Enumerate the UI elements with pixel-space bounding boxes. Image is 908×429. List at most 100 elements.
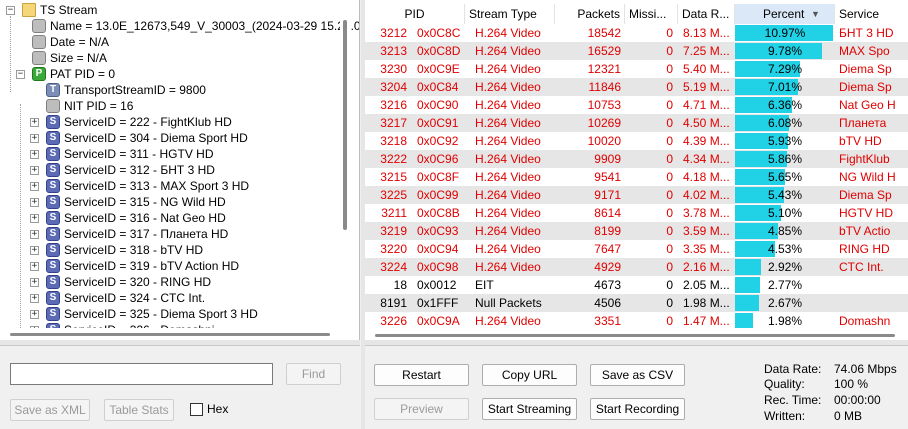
right-splitter[interactable] [365,340,908,346]
left-splitter[interactable] [0,340,360,346]
tree-node-root[interactable]: − TS Stream [0,2,340,18]
tree-node-service[interactable]: + S ServiceID = 319 - bTV Action HD [0,258,340,274]
tree-node-pat[interactable]: − P PAT PID = 0 [0,66,340,82]
pid-decimal-cell: 3217 [380,116,407,130]
tree-vertical-scrollbar[interactable] [340,0,350,340]
expand-icon[interactable]: + [30,118,39,127]
find-button[interactable]: Find [286,363,341,385]
table-row[interactable]: 3211 0x0C8B H.264 Video 8614 0 3.78 M... 5.10%… [365,204,908,222]
tree-node-service[interactable]: + S ServiceID = 316 - Nat Geo HD [0,210,340,226]
start-streaming-button[interactable]: Start Streaming [482,398,577,420]
tree-node-service[interactable]: + S ServiceID = 313 - MAX Sport 3 HD [0,178,340,194]
table-row[interactable]: 3216 0x0C90 H.264 Video 10753 0 4.71 M... 6.36… [365,96,908,114]
expand-icon[interactable]: + [30,198,39,207]
percent-cell: 5.86% [767,152,803,166]
expand-icon[interactable]: + [30,134,39,143]
copy-url-button[interactable]: Copy URL [482,364,577,386]
tree-node-field[interactable]: Date = N/A [0,34,340,50]
table-row[interactable]: 3230 0x0C9E H.264 Video 12321 0 5.40 M... 7.29… [365,60,908,78]
column-header-pid[interactable]: PID [365,4,465,24]
table-row[interactable]: 3222 0x0C96 H.264 Video 9909 0 4.34 M... 5.86%… [365,150,908,168]
tree-node-service[interactable]: + S ServiceID = 324 - CTC Int. [0,290,340,306]
pid-decimal-cell: 3224 [380,260,407,274]
service-icon: S [46,147,60,161]
restart-button[interactable]: Restart [374,364,469,386]
stream-table[interactable]: PID Stream Type Packets Missi... Data R.… [365,0,908,340]
collapse-icon[interactable]: − [16,70,25,79]
tree-node-label: ServiceID = 311 - HGTV HD [64,147,214,161]
find-input[interactable] [10,363,273,385]
table-row[interactable]: 18 0x0012 EIT 4673 0 2.05 M... 2.77% [365,276,908,294]
percent-cell: 5.93% [767,134,803,148]
table-row[interactable]: 3204 0x0C84 H.264 Video 11846 0 5.19 M... 7.01… [365,78,908,96]
tree-node-pat-child[interactable]: NIT PID = 16 [0,98,340,114]
table-row[interactable]: 3224 0x0C98 H.264 Video 4929 0 2.16 M... 2.92%… [365,258,908,276]
tree-node-label: ServiceID = 317 - Планета HD [64,227,229,241]
hex-checkbox[interactable] [190,403,203,416]
tree-node-pat-child[interactable]: T TransportStreamID = 9800 [0,82,340,98]
pid-decimal-cell: 3216 [380,98,407,112]
expand-icon[interactable]: + [30,230,39,239]
data-rate-cell: 4.02 M... [683,188,730,202]
tree-node-service[interactable]: + S ServiceID = 317 - Планета HD [0,226,340,242]
scrollbar-thumb[interactable] [375,334,895,337]
column-header-percent-label: Percent [763,7,805,21]
column-header-stream-type[interactable]: Stream Type [465,4,555,24]
column-header-percent[interactable]: Percent ▼ [735,4,835,24]
table-row[interactable]: 3220 0x0C94 H.264 Video 7647 0 3.35 M... 4.53%… [365,240,908,258]
table-row[interactable]: 3219 0x0C93 H.264 Video 8199 0 3.59 M... 4.85%… [365,222,908,240]
tree-node-service[interactable]: + S ServiceID = 311 - HGTV HD [0,146,340,162]
stream-type-cell: H.264 Video [475,170,541,184]
save-as-xml-button[interactable]: Save as XML [10,399,90,421]
expand-icon[interactable]: + [30,246,39,255]
expand-icon[interactable]: + [30,166,39,175]
packets-cell: 18542 [587,26,621,40]
collapse-icon[interactable]: − [6,6,15,15]
column-header-service[interactable]: Service [835,4,908,24]
tree-node-service[interactable]: + S ServiceID = 318 - bTV HD [0,242,340,258]
tree-node-label: Date = N/A [50,35,110,49]
packets-cell: 8614 [594,206,621,220]
table-row[interactable]: 3213 0x0C8D H.264 Video 16529 0 7.25 M... 9.78… [365,42,908,60]
expand-icon[interactable]: + [30,214,39,223]
column-header-missing[interactable]: Missi... [625,4,678,24]
tree-node-service[interactable]: + S ServiceID = 320 - RING HD [0,274,340,290]
table-row[interactable]: 3218 0x0C92 H.264 Video 10020 0 4.39 M... 5.93… [365,132,908,150]
tree-horizontal-scrollbar[interactable] [0,328,340,340]
expand-icon[interactable]: + [30,182,39,191]
pid-decimal-cell: 8191 [380,296,407,310]
tree-node-service[interactable]: + S ServiceID = 325 - Diema Sport 3 HD [0,306,340,322]
tree-connector-line [20,104,21,340]
table-row[interactable]: 3215 0x0C8F H.264 Video 9541 0 4.18 M... 5.65%… [365,168,908,186]
expand-icon[interactable]: + [30,294,39,303]
tree-panel[interactable]: − TS Stream Name = 13.0E_12673,549_V_30003… [0,0,360,340]
pid-decimal-cell: 3212 [380,26,407,40]
table-row[interactable]: 3212 0x0C8C H.264 Video 18542 0 8.13 M... 10.9… [365,24,908,42]
scrollbar-thumb[interactable] [343,20,347,230]
packets-cell: 7647 [594,242,621,256]
table-row[interactable]: 3217 0x0C91 H.264 Video 10269 0 4.50 M... 6.08… [365,114,908,132]
expand-icon[interactable]: + [30,278,39,287]
table-row[interactable]: 8191 0x1FFF Null Packets 4506 0 1.98 M... 2.67… [365,294,908,312]
start-recording-button[interactable]: Start Recording [590,398,685,420]
preview-button[interactable]: Preview [374,398,469,420]
tree-node-field[interactable]: Name = 13.0E_12673,549_V_30003_(2024-03-… [0,18,359,34]
column-header-data-rate[interactable]: Data R... [678,4,735,24]
expand-icon[interactable]: + [30,150,39,159]
tree-node-service[interactable]: + S ServiceID = 304 - Diema Sport HD [0,130,340,146]
tree-node-field[interactable]: Size = N/A [0,50,340,66]
save-as-csv-button[interactable]: Save as CSV [590,364,685,386]
column-header-packets[interactable]: Packets [555,4,625,24]
tree-node-service[interactable]: + S ServiceID = 315 - NG Wild HD [0,194,340,210]
table-stats-button[interactable]: Table Stats [104,399,174,421]
tree-node-service[interactable]: + S ServiceID = 222 - FightKlub HD [0,114,340,130]
tree-node-label: ServiceID = 315 - NG Wild HD [64,195,226,209]
expand-icon[interactable]: + [30,262,39,271]
data-rate-cell: 5.19 M... [683,80,730,94]
expand-icon[interactable]: + [30,310,39,319]
scrollbar-thumb[interactable] [10,333,330,336]
missing-cell: 0 [666,134,673,148]
tree-node-service[interactable]: + S ServiceID = 312 - БНТ 3 HD [0,162,340,178]
table-row[interactable]: 3225 0x0C99 H.264 Video 9171 0 4.02 M... 5.43%… [365,186,908,204]
table-horizontal-scrollbar[interactable] [365,328,908,340]
